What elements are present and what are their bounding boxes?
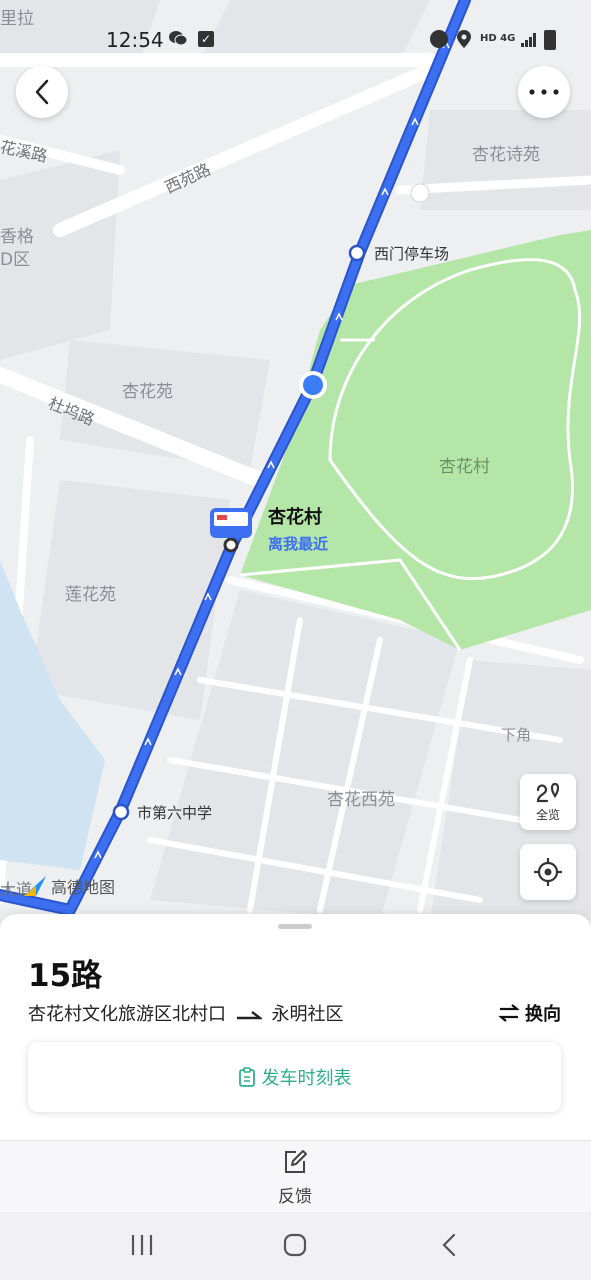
switch-direction-label: 换向: [525, 1004, 561, 1025]
edit-icon: [285, 1150, 307, 1173]
area-label: 杏花诗苑: [472, 145, 540, 165]
recent-apps-icon[interactable]: [130, 1234, 154, 1256]
chevron-left-icon: [35, 79, 49, 105]
overview-label: 全览: [535, 807, 560, 822]
area-label: 里拉: [0, 9, 34, 29]
route-direction: 杏花村文化旅游区北村口 永明社区: [28, 1000, 343, 1026]
clipboard-icon: [238, 1067, 255, 1087]
area-label: D区: [0, 250, 31, 270]
route-name: 15路: [28, 958, 103, 994]
route-from: 杏花村文化旅游区北村口: [28, 1004, 226, 1025]
map-view[interactable]: 杏花诗苑 杏花苑 杏花村 莲花苑 下角 杏花西苑 香格 D区 里拉 西苑路 杜坞…: [0, 0, 591, 930]
route-overview-icon: [536, 782, 560, 802]
swap-icon: [499, 1004, 519, 1022]
check-icon: ✓: [198, 31, 214, 47]
arrow-right-icon: [236, 1005, 264, 1026]
feedback-label: 反馈: [278, 1187, 312, 1207]
home-icon[interactable]: [283, 1233, 307, 1257]
alarm-icon: [430, 30, 448, 48]
signal-icon: [521, 32, 537, 51]
stop-label[interactable]: 市第六中学: [137, 802, 212, 823]
nearest-stop-tag: 离我最近: [268, 535, 329, 553]
status-time: 12:54: [106, 28, 164, 52]
bus-stop-icon[interactable]: [210, 508, 252, 538]
crosshair-icon: [534, 858, 562, 886]
back-nav-icon[interactable]: [440, 1233, 458, 1257]
status-bar: 12:54 ✓ HD 4G: [0, 28, 591, 54]
area-label: 杏花苑: [122, 382, 173, 402]
location-icon: [457, 30, 471, 52]
more-button[interactable]: [518, 66, 570, 118]
battery-icon: [544, 30, 556, 50]
back-button[interactable]: [16, 66, 68, 118]
system-nav-bar: [0, 1212, 591, 1280]
timetable-button[interactable]: 发车时刻表: [28, 1042, 561, 1112]
nearest-stop-name[interactable]: 杏花村: [268, 503, 322, 529]
wechat-icon: [168, 30, 188, 46]
route-info-sheet: 15路 杏花村文化旅游区北村口 永明社区 换向 发车时刻表: [0, 914, 591, 1140]
overview-button[interactable]: 全览: [520, 774, 576, 830]
feedback-bar: 反馈: [0, 1140, 591, 1213]
sheet-handle[interactable]: [278, 924, 312, 929]
feedback-button[interactable]: 反馈: [260, 1149, 330, 1207]
map-logo: 高德地图: [22, 874, 115, 898]
area-label: 莲花苑: [65, 585, 116, 605]
network-text: HD 4G: [480, 33, 516, 44]
area-label: 下角: [501, 726, 532, 744]
stop-label[interactable]: 西门停车场: [374, 243, 449, 264]
locate-button[interactable]: [520, 844, 576, 900]
route-to: 永明社区: [271, 1004, 344, 1025]
more-dots-icon: [529, 89, 559, 95]
area-label: 杏花西苑: [327, 790, 395, 810]
timetable-label: 发车时刻表: [261, 1068, 352, 1089]
area-label: 香格: [0, 227, 34, 247]
switch-direction-button[interactable]: 换向: [499, 1000, 561, 1026]
area-label: 杏花村: [439, 457, 490, 477]
